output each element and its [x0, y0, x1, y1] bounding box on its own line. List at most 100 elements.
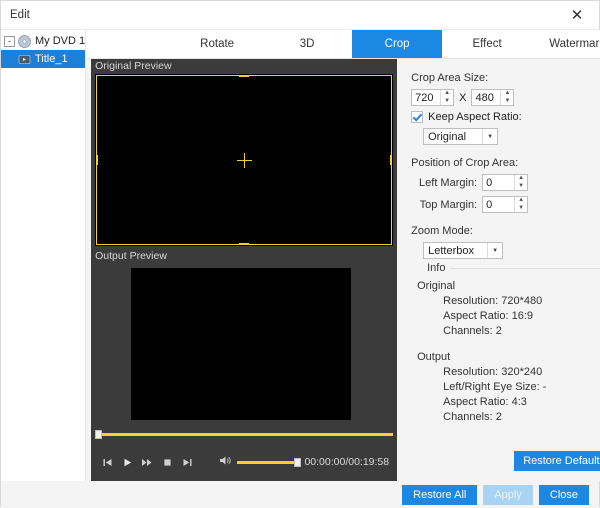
volume-control[interactable]	[219, 455, 302, 469]
left-margin-row: Left Margin: ▲ ▼	[411, 174, 600, 191]
zoom-mode-select[interactable]: Letterbox ▼	[423, 242, 504, 259]
tab-effect[interactable]: Effect	[442, 30, 532, 58]
info-output-eye-size: Left/Right Eye Size: -	[443, 381, 547, 393]
left-margin-input[interactable]	[483, 175, 515, 190]
crop-height-stepper[interactable]: ▲ ▼	[471, 89, 515, 106]
footer-bar: Restore All Apply Close	[1, 481, 599, 508]
spin-down-icon[interactable]: ▼	[441, 98, 453, 106]
chevron-down-icon[interactable]: ▼	[482, 129, 497, 144]
keep-aspect-ratio-checkbox[interactable]	[411, 111, 424, 123]
spin-up-icon[interactable]: ▲	[501, 90, 513, 98]
crop-width-stepper[interactable]: ▲ ▼	[411, 89, 455, 106]
preview-pane: Original Preview Output Preview 00:00:00…	[91, 59, 398, 481]
info-header-label: Info	[411, 262, 451, 274]
tree-item-label: Title_1	[35, 53, 68, 65]
aspect-ratio-value: Original	[428, 130, 467, 143]
output-preview: 00:00:00/00:19:58	[91, 264, 398, 481]
restore-defaults-button[interactable]: Restore Defaults	[514, 451, 600, 471]
main-body: - My DVD 1 Title_1 Rotate 3D Crop Effect…	[1, 30, 600, 481]
edit-window: Edit ✕ - My DVD 1 Title_1 Rotate 3D Crop…	[0, 0, 600, 508]
crop-width-input[interactable]	[412, 90, 441, 105]
keep-aspect-ratio-row[interactable]: Keep Aspect Ratio:	[411, 111, 600, 123]
crop-center-crosshair-icon	[237, 153, 253, 168]
window-title: Edit	[10, 9, 30, 21]
output-preview-label: Output Preview	[91, 249, 398, 264]
crop-handle-bottom[interactable]	[239, 243, 250, 245]
info-output-resolution: Resolution: 320*240	[443, 366, 543, 378]
tree-item-my-dvd-1[interactable]: - My DVD 1	[1, 32, 85, 50]
seek-track[interactable]	[95, 430, 394, 439]
crop-handle-left[interactable]	[96, 155, 99, 165]
size-separator: X	[459, 91, 467, 104]
tab-rotate[interactable]: Rotate	[172, 30, 262, 58]
left-margin-spin-arrows[interactable]: ▲ ▼	[514, 175, 528, 191]
top-margin-label: Top Margin:	[419, 198, 478, 211]
disc-icon	[18, 34, 31, 48]
tab-crop[interactable]: Crop	[352, 30, 443, 58]
top-margin-stepper[interactable]: ▲ ▼	[482, 196, 529, 213]
skip-previous-icon[interactable]	[97, 452, 117, 472]
crop-size-row: ▲ ▼ X ▲ ▼	[411, 89, 600, 106]
panes: Original Preview Output Preview 00:00:00…	[86, 59, 600, 481]
left-margin-stepper[interactable]: ▲ ▼	[482, 174, 529, 191]
crop-width-spin-arrows[interactable]: ▲ ▼	[440, 90, 454, 106]
tree-item-title-1[interactable]: Title_1	[1, 50, 86, 68]
zoom-mode-value: Letterbox	[428, 244, 474, 257]
keep-aspect-ratio-label: Keep Aspect Ratio:	[428, 111, 522, 123]
stop-icon[interactable]	[157, 452, 177, 472]
apply-button[interactable]: Apply	[483, 484, 533, 505]
info-output-title: Output	[417, 351, 451, 363]
play-icon[interactable]	[117, 452, 137, 472]
tab-3d[interactable]: 3D	[262, 30, 352, 58]
spin-down-icon[interactable]: ▼	[515, 183, 527, 191]
content-area: Rotate 3D Crop Effect Watermark Original…	[86, 30, 600, 481]
volume-icon[interactable]	[219, 455, 232, 469]
crop-area-size-label: Crop Area Size:	[411, 72, 489, 84]
top-margin-input[interactable]	[483, 197, 515, 212]
original-preview-label: Original Preview	[91, 59, 398, 74]
top-margin-row: Top Margin: ▲ ▼	[411, 196, 600, 213]
fast-forward-icon[interactable]	[137, 452, 157, 472]
zoom-mode-label: Zoom Mode:	[411, 225, 473, 237]
transport-buttons	[97, 452, 197, 472]
output-video-surface	[131, 268, 352, 420]
close-button[interactable]: Close	[538, 484, 589, 505]
chevron-down-icon[interactable]: ▼	[487, 243, 502, 258]
spin-up-icon[interactable]: ▲	[515, 197, 527, 205]
settings-pane: Crop Area Size: ▲ ▼ X	[397, 59, 600, 481]
crop-height-input[interactable]	[472, 90, 501, 105]
crop-handle-top[interactable]	[239, 75, 250, 77]
volume-track[interactable]	[237, 457, 302, 467]
sidebar-tree: - My DVD 1 Title_1	[1, 30, 87, 481]
close-icon[interactable]: ✕	[555, 1, 599, 29]
crop-height-spin-arrows[interactable]: ▲ ▼	[500, 90, 514, 106]
tree-item-label: My DVD 1	[35, 35, 86, 47]
info-original-channels: Channels: 2	[443, 325, 502, 337]
left-margin-label: Left Margin:	[419, 176, 478, 189]
tab-watermark[interactable]: Watermark	[532, 30, 600, 58]
crop-handle-right[interactable]	[390, 155, 393, 165]
video-file-icon	[18, 53, 31, 66]
crop-selection-rect[interactable]	[96, 75, 393, 245]
seek-bar[interactable]	[91, 429, 398, 440]
spin-down-icon[interactable]: ▼	[515, 205, 527, 213]
original-preview[interactable]	[91, 74, 398, 249]
aspect-ratio-select[interactable]: Original ▼	[423, 128, 499, 145]
timecode-display: 00:00:00/00:19:58	[304, 456, 390, 468]
seek-thumb[interactable]	[95, 430, 103, 439]
restore-all-button[interactable]: Restore All	[402, 484, 478, 505]
spin-down-icon[interactable]: ▼	[501, 98, 513, 106]
skip-next-icon[interactable]	[177, 452, 197, 472]
info-output-aspect-ratio: Aspect Ratio: 4:3	[443, 396, 527, 408]
top-margin-spin-arrows[interactable]: ▲ ▼	[514, 197, 528, 213]
playback-controls: 00:00:00/00:19:58	[91, 443, 398, 481]
spin-up-icon[interactable]: ▲	[441, 90, 453, 98]
info-original-resolution: Resolution: 720*480	[443, 295, 543, 307]
position-of-crop-area-label: Position of Crop Area:	[411, 157, 519, 169]
title-bar: Edit ✕	[1, 1, 599, 30]
volume-thumb[interactable]	[294, 457, 302, 467]
collapse-expander-icon[interactable]: -	[4, 35, 15, 47]
spin-up-icon[interactable]: ▲	[515, 175, 527, 183]
info-output-channels: Channels: 2	[443, 411, 502, 423]
tab-bar: Rotate 3D Crop Effect Watermark	[86, 30, 600, 59]
